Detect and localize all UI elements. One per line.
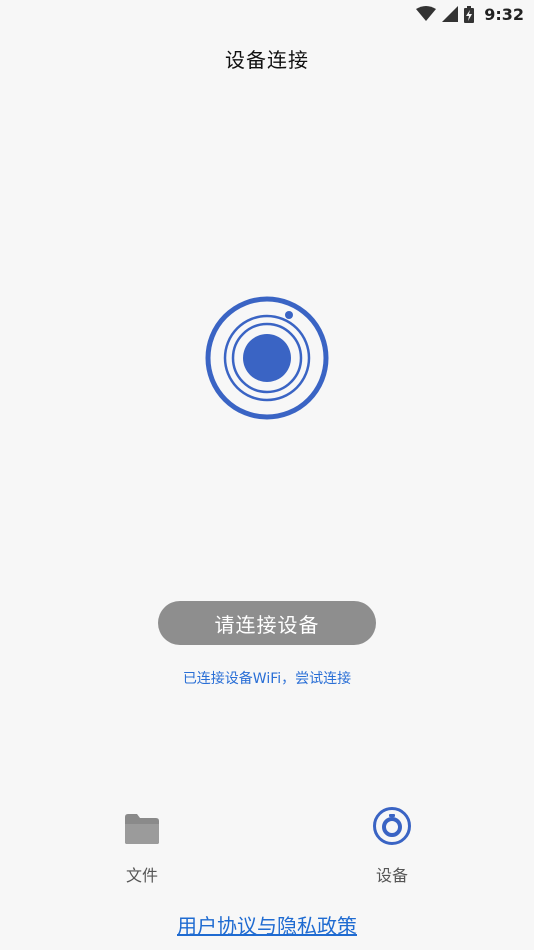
bottom-nav: 文件 设备 xyxy=(0,806,534,896)
connect-device-button[interactable]: 请连接设备 xyxy=(158,601,376,645)
device-connect-screen: 9:32 设备连接 请连接设备 已连接设备WiFi，尝试连接 文件 设备 用户协… xyxy=(0,0,534,950)
nav-label-files: 文件 xyxy=(125,866,158,885)
page-title: 设备连接 xyxy=(225,48,309,72)
status-time: 9:32 xyxy=(484,4,524,24)
device-lens-icon xyxy=(203,296,331,424)
nav-item-files[interactable]: 文件 xyxy=(82,806,202,886)
folder-icon xyxy=(123,806,161,846)
battery-charging-icon xyxy=(464,5,475,23)
privacy-policy-link[interactable]: 用户协议与隐私政策 xyxy=(0,910,534,939)
try-wifi-connect-link[interactable]: 已连接设备WiFi，尝试连接 xyxy=(0,668,534,688)
status-bar: 9:32 xyxy=(0,0,534,28)
wifi-icon xyxy=(416,6,437,22)
nav-label-devices: 设备 xyxy=(375,866,408,885)
device-icon xyxy=(372,806,412,846)
cell-signal-icon xyxy=(442,6,459,22)
nav-item-devices[interactable]: 设备 xyxy=(332,806,452,886)
